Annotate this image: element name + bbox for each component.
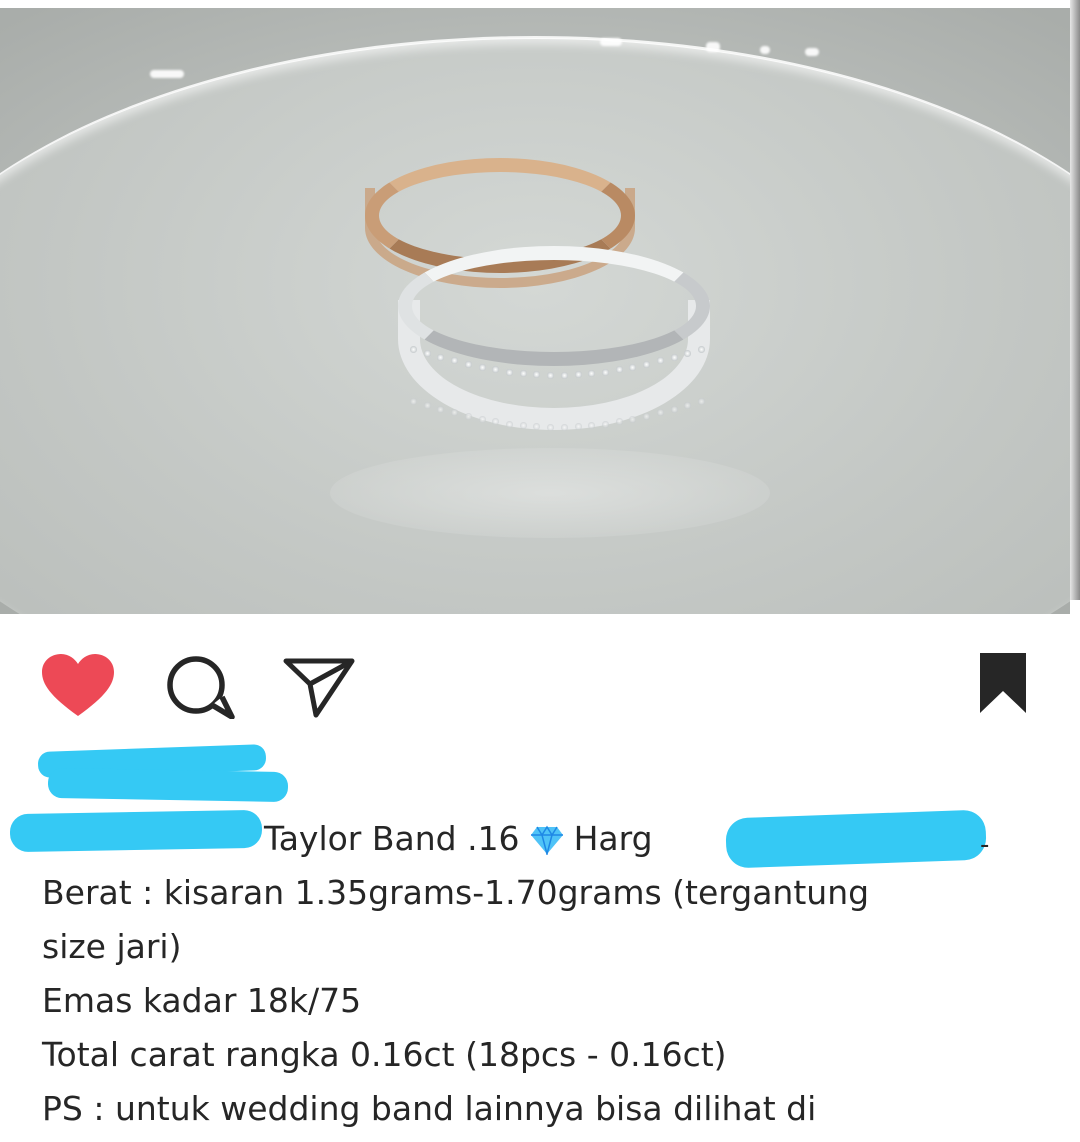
diamond-stone — [519, 370, 527, 378]
diamond-stone — [410, 346, 417, 353]
caption-trailing-dash: - — [980, 830, 990, 860]
light-reflection — [150, 70, 184, 78]
diamond-reflection — [464, 412, 472, 420]
diamond-stone — [423, 349, 431, 357]
diamond-stone — [547, 371, 555, 379]
caption-weight-cont: size jari) — [42, 927, 182, 966]
caption-weight: Berat : kisaran 1.35grams-1.70grams (ter… — [42, 873, 870, 912]
caption-gold-grade: Emas kadar 18k/75 — [42, 981, 362, 1020]
post-caption: Taylor Band .16 Harg Berat : kisaran 1.35… — [42, 812, 1042, 1136]
reflection-spot — [330, 448, 770, 538]
diamond-stone — [464, 360, 472, 368]
diamond-reflection — [615, 418, 623, 426]
diamond-stone — [602, 368, 609, 376]
diamond-reflection — [602, 420, 609, 428]
diamond-reflection — [574, 423, 582, 431]
diamond-reflection — [560, 423, 568, 431]
diamond-reflection — [506, 420, 513, 428]
caption-line-title: Taylor Band .16 Harg — [42, 812, 1042, 866]
diamond-stone — [643, 360, 651, 368]
diamond-stone — [478, 363, 486, 371]
comment-bubble-icon[interactable] — [162, 655, 236, 723]
paper-plane-icon[interactable] — [282, 656, 356, 724]
diamond-stone — [506, 368, 513, 376]
diamond-reflection — [670, 405, 678, 413]
screen-edge — [1070, 0, 1080, 600]
caption-price-label: Harg — [573, 819, 653, 858]
diamond-stone — [574, 371, 582, 379]
diamond-reflection — [423, 401, 431, 409]
diamond-stone — [560, 371, 568, 379]
caption-note: PS : untuk wedding band lainnya bisa dil… — [42, 1089, 817, 1128]
light-reflection — [805, 48, 819, 56]
post-image[interactable] — [0, 8, 1070, 614]
diamond-reflection — [698, 398, 705, 405]
diamond-stone — [615, 366, 623, 374]
bookmark-filled-icon[interactable] — [978, 651, 1028, 719]
diamond-stone — [698, 346, 705, 353]
heart-filled-icon[interactable] — [40, 652, 116, 724]
redaction-mark — [47, 767, 289, 803]
light-reflection — [706, 42, 720, 52]
diamond-reflection — [547, 423, 555, 431]
diamond-stone — [670, 353, 678, 361]
caption-product-name: Taylor Band .16 — [264, 819, 520, 858]
status-bar — [0, 0, 1080, 8]
diamond-reflection — [478, 415, 486, 423]
diamond-reflection — [643, 412, 651, 420]
light-reflection — [600, 38, 622, 46]
white-gold-ring — [398, 246, 710, 366]
diamond-icon — [530, 817, 564, 857]
light-reflection — [760, 46, 770, 54]
diamond-reflection — [410, 398, 417, 405]
caption-carat: Total carat rangka 0.16ct (18pcs - 0.16c… — [42, 1035, 727, 1074]
diamond-reflection — [519, 422, 527, 430]
